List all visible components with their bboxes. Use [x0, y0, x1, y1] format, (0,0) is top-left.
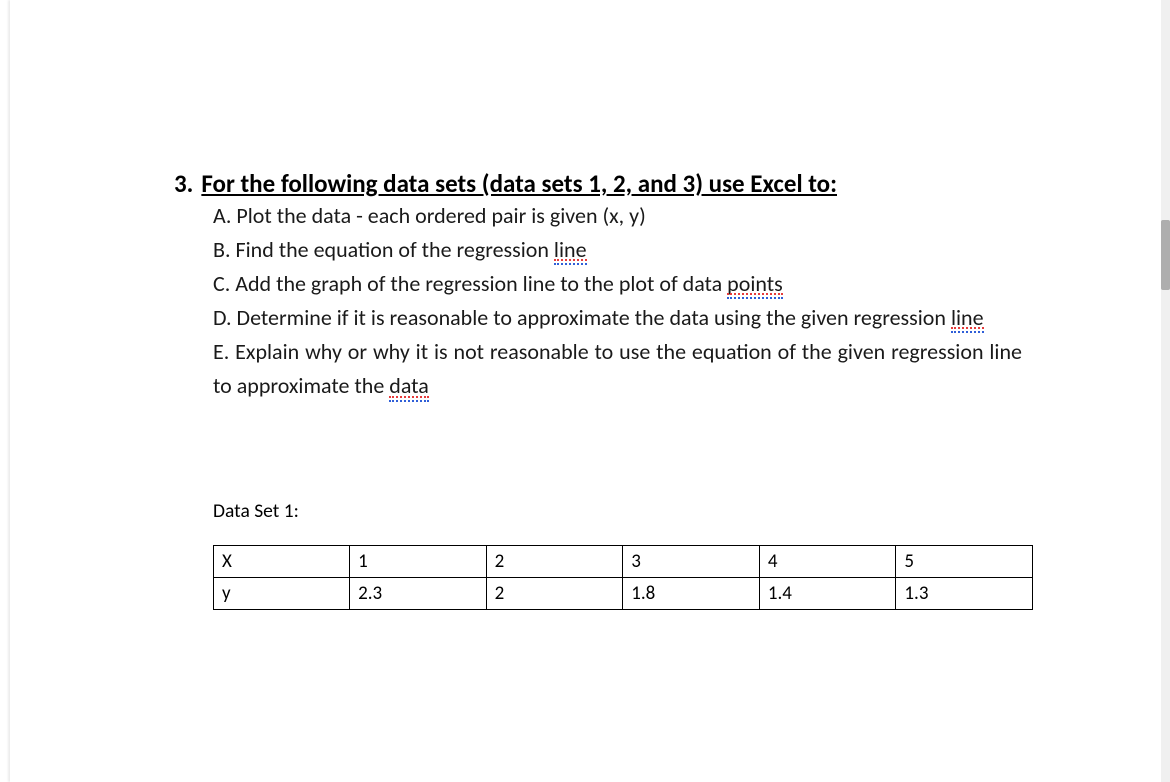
- item-a-text: A. Plot the data - each ordered pair is …: [213, 202, 646, 229]
- table-row: y 2.3 2 1.8 1.4 1.3: [214, 577, 1033, 609]
- item-e: E. Explain why or why it is not reasonab…: [213, 335, 1022, 403]
- cell: 2: [486, 545, 623, 577]
- cell: 4: [759, 545, 896, 577]
- item-b-text: B. Find the equation of the regression: [213, 236, 554, 263]
- row-header-x: X: [214, 545, 350, 577]
- row-header-y: y: [214, 577, 350, 609]
- scrollbar-track[interactable]: [1161, 0, 1170, 782]
- item-b: B. Find the equation of the regression l…: [213, 233, 1022, 267]
- underline-word: points: [727, 267, 783, 301]
- table-row: X 1 2 3 4 5: [214, 545, 1033, 577]
- item-d: D. Determine if it is reasonable to appr…: [213, 301, 1022, 335]
- cell: 1.3: [896, 577, 1033, 609]
- question-number: 3.: [174, 168, 193, 199]
- item-d-text: D. Determine if it is reasonable to appr…: [213, 304, 951, 331]
- item-c-text: C. Add the graph of the regression line …: [213, 270, 727, 297]
- item-e-text: E. Explain why or why it is not reasonab…: [213, 338, 1022, 399]
- cell: 2: [486, 577, 623, 609]
- underline-word: line: [951, 301, 984, 335]
- cell: 3: [623, 545, 760, 577]
- cell: 1.8: [623, 577, 760, 609]
- question-title: For the following data sets (data sets 1…: [201, 168, 837, 199]
- question-items: A. Plot the data - each ordered pair is …: [10, 199, 1162, 404]
- cell: 1: [350, 545, 487, 577]
- cell: 5: [896, 545, 1033, 577]
- item-a: A. Plot the data - each ordered pair is …: [213, 199, 1022, 233]
- underline-word: data: [389, 369, 429, 403]
- underline-word: line: [554, 233, 587, 267]
- cell: 1.4: [759, 577, 896, 609]
- question-heading-row: 3. For the following data sets (data set…: [10, 168, 1162, 199]
- item-c: C. Add the graph of the regression line …: [213, 267, 1022, 301]
- scrollbar-thumb[interactable]: [1161, 220, 1170, 290]
- data-table: X 1 2 3 4 5 y 2.3 2 1.8 1.4 1.3: [213, 545, 1033, 610]
- document-page: 3. For the following data sets (data set…: [10, 0, 1162, 782]
- dataset-label: Data Set 1:: [10, 499, 1162, 523]
- cell: 2.3: [350, 577, 487, 609]
